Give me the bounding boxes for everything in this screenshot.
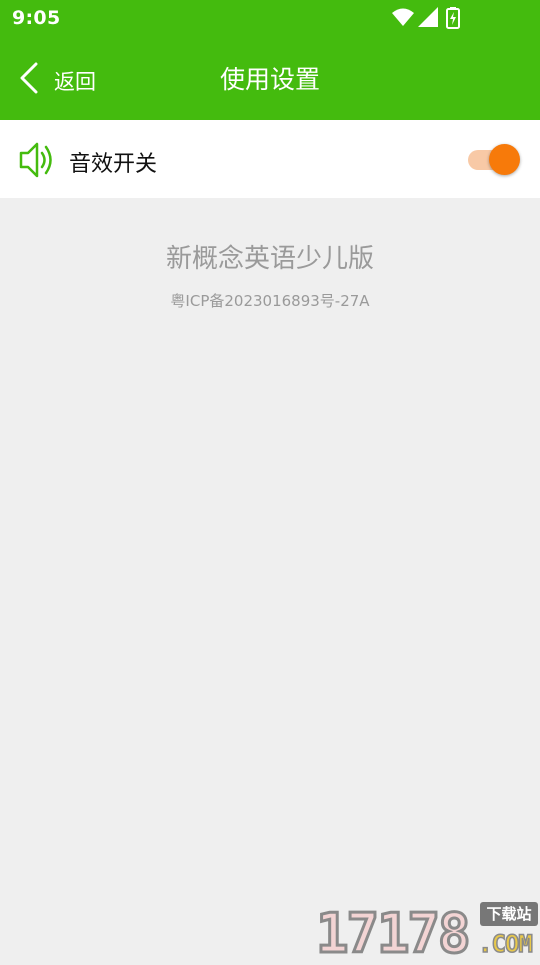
speaker-icon xyxy=(18,140,58,184)
battery-charging-icon xyxy=(446,7,460,33)
watermark-number: 17178 xyxy=(315,901,473,965)
page-title: 使用设置 xyxy=(219,65,320,94)
watermark-logo: 17178 下载站 .COM xyxy=(315,898,540,965)
sound-effects-label: 音效开关 xyxy=(69,152,158,177)
app-name: 新概念英语少儿版 xyxy=(165,244,374,274)
app-bar: 返回 使用设置 xyxy=(0,36,540,120)
sound-effects-toggle[interactable] xyxy=(468,144,520,176)
status-time: 9:05 xyxy=(12,7,61,29)
toggle-thumb xyxy=(489,144,520,175)
cellular-signal-icon xyxy=(418,7,438,31)
icp-record: 粤ICP备2023016893号-27A xyxy=(170,292,370,310)
status-bar: 9:05 xyxy=(0,0,540,36)
sound-effects-row: 音效开关 xyxy=(0,120,540,198)
wifi-icon xyxy=(392,7,414,31)
watermark-tag: 下载站 xyxy=(480,902,538,926)
watermark-suffix: .COM xyxy=(477,929,533,959)
